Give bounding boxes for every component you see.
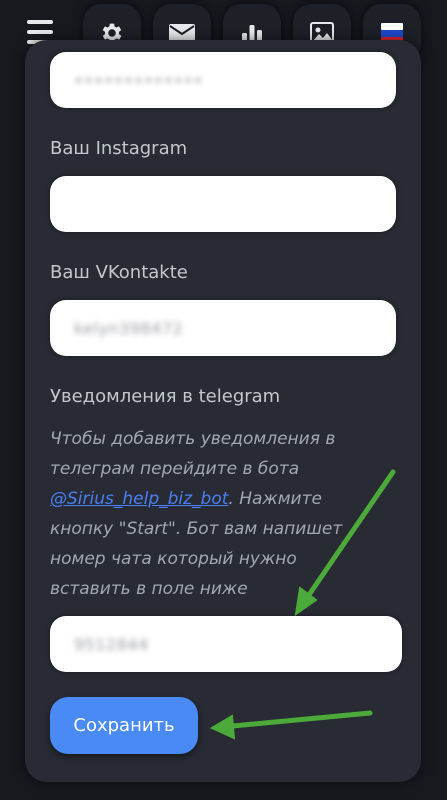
telegram-chat-field[interactable]: 9512844 [50, 616, 402, 672]
contact-field[interactable]: ••••••••••••• [50, 52, 396, 108]
telegram-chat-value: 9512844 [74, 634, 149, 654]
save-button[interactable]: Сохранить [50, 697, 198, 754]
note-text-1: Чтобы добавить уведомления в телеграм пе… [50, 429, 336, 479]
instagram-label: Ваш Instagram [50, 138, 188, 159]
bot-link[interactable]: @Sirius_help_biz_bot [50, 489, 228, 509]
instagram-field[interactable] [50, 176, 396, 232]
telegram-instructions: Чтобы добавить уведомления в телеграм пе… [50, 424, 380, 604]
telegram-label: Уведомления в telegram [50, 386, 281, 407]
vk-value: kelyn398472 [74, 318, 184, 338]
contact-value: ••••••••••••• [74, 70, 204, 90]
vk-field[interactable]: kelyn398472 [50, 300, 396, 356]
vk-label: Ваш VKontakte [50, 262, 188, 283]
